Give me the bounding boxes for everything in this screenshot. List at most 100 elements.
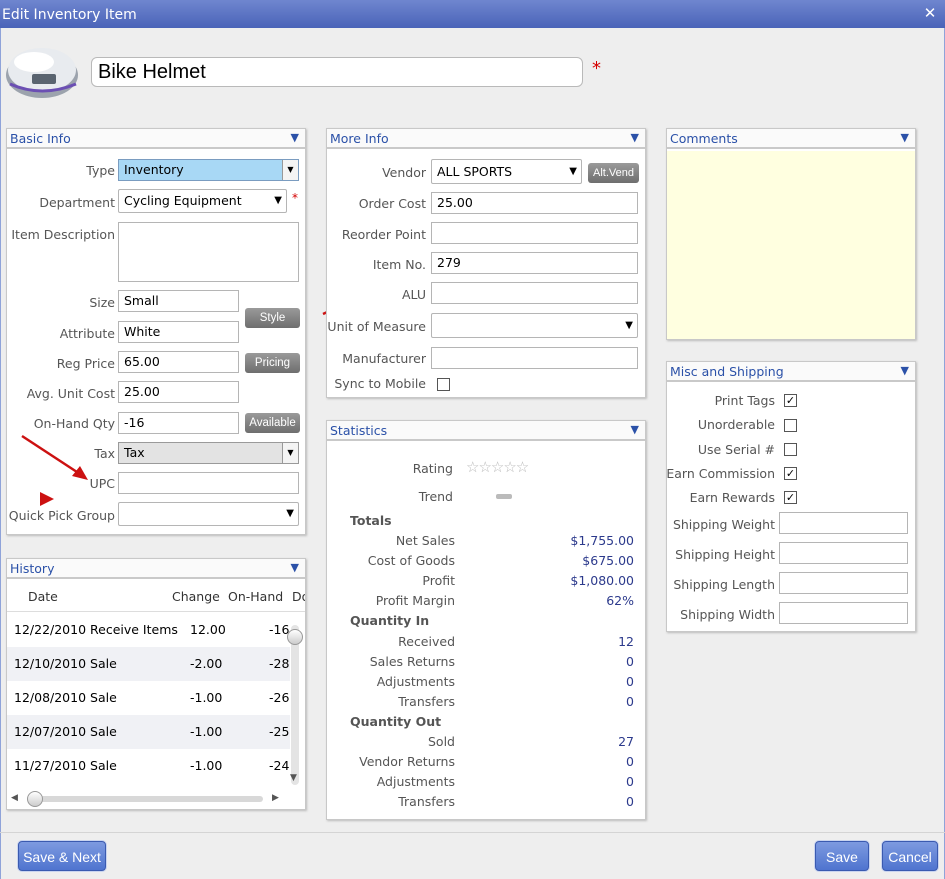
pricing-button[interactable]: Pricing [245, 353, 300, 373]
history-header[interactable]: History ▼ [7, 559, 305, 579]
more-info-title: More Info [330, 131, 389, 146]
ship-length-input[interactable] [779, 572, 908, 594]
cogs-label: Cost of Goods [367, 553, 455, 568]
onhand-input[interactable]: -16 [118, 412, 239, 434]
ship-weight-input[interactable] [779, 512, 908, 534]
item-no-input[interactable]: 279 [431, 252, 638, 274]
ship-height-input[interactable] [779, 542, 908, 564]
unorderable-label: Unorderable [697, 417, 775, 432]
type-select[interactable]: Inventory ▼ [118, 159, 299, 181]
table-row[interactable]: 11/27/2010 Sale -1.00 -24 [7, 749, 290, 783]
upc-input[interactable] [118, 472, 299, 494]
avg-cost-label: Avg. Unit Cost [26, 386, 115, 401]
more-info-header[interactable]: More Info ▼ [327, 129, 645, 149]
col-change[interactable]: Change [172, 589, 220, 604]
received-value: 12 [618, 634, 634, 649]
vendor-returns-label: Vendor Returns [359, 754, 455, 769]
comments-header[interactable]: Comments ▼ [667, 129, 915, 149]
item-name-input[interactable]: Bike Helmet [91, 57, 583, 87]
quick-pick-select[interactable]: ▼ [118, 502, 299, 526]
col-onhand[interactable]: On-Hand [228, 589, 283, 604]
received-label: Received [398, 634, 455, 649]
onhand-label: On-Hand Qty [33, 416, 115, 431]
tax-select[interactable]: Tax ▼ [118, 442, 299, 464]
totals-heading: Totals [350, 513, 392, 528]
collapse-icon[interactable]: ▼ [631, 128, 639, 148]
vendor-returns-value: 0 [626, 754, 634, 769]
adjustments-out-value: 0 [626, 774, 634, 789]
unorderable-checkbox[interactable] [784, 419, 797, 432]
alu-input[interactable] [431, 282, 638, 304]
style-button[interactable]: Style [245, 308, 300, 328]
horizontal-scrollbar[interactable] [27, 796, 263, 802]
department-label: Department [39, 195, 115, 210]
chevron-down-icon[interactable]: ▼ [282, 160, 298, 180]
row-date: 12/07/2010 Sale [14, 724, 117, 739]
order-cost-input[interactable]: 25.00 [431, 192, 638, 214]
print-tags-checkbox[interactable]: ✓ [784, 394, 797, 407]
vertical-scroll-thumb[interactable] [287, 629, 303, 645]
col-date[interactable]: Date [28, 589, 58, 604]
print-tags-label: Print Tags [714, 393, 775, 408]
item-no-label: Item No. [372, 257, 426, 272]
earn-rewards-checkbox[interactable]: ✓ [784, 491, 797, 504]
collapse-icon[interactable]: ▼ [901, 128, 909, 148]
rating-stars-icon[interactable]: ☆☆☆☆☆ [466, 458, 529, 476]
table-row[interactable]: 12/10/2010 Sale -2.00 -28 [7, 647, 290, 681]
sync-mobile-checkbox[interactable] [437, 378, 450, 391]
ship-width-input[interactable] [779, 602, 908, 624]
type-value: Inventory [124, 162, 184, 177]
department-select[interactable]: Cycling Equipment ▼ [118, 189, 287, 213]
attribute-label: Attribute [59, 326, 115, 341]
scroll-down-icon[interactable]: ▼ [290, 773, 297, 783]
misc-shipping-header[interactable]: Misc and Shipping ▼ [667, 362, 915, 382]
row-date: 12/08/2010 Sale [14, 690, 117, 705]
reorder-input[interactable] [431, 222, 638, 244]
close-icon[interactable]: ✕ [921, 4, 939, 22]
table-row[interactable]: 12/08/2010 Sale -1.00 -26 [7, 681, 290, 715]
row-date: 12/10/2010 Sale [14, 656, 117, 671]
attribute-input[interactable]: White [118, 321, 239, 343]
basic-info-header[interactable]: Basic Info ▼ [7, 129, 305, 149]
collapse-icon[interactable]: ▼ [291, 559, 299, 578]
scroll-left-icon[interactable]: ◀ [11, 793, 18, 803]
vertical-scrollbar[interactable] [291, 625, 299, 785]
ship-width-label: Shipping Width [680, 607, 775, 622]
qty-in-heading: Quantity In [350, 613, 430, 628]
alt-vend-button[interactable]: Alt.Vend [588, 163, 639, 183]
misc-shipping-panel: Misc and Shipping ▼ Print Tags ✓ Unordera… [666, 361, 916, 632]
col-doc[interactable]: Do [292, 589, 305, 604]
transfers-out-value: 0 [626, 794, 634, 809]
size-input[interactable]: Small [118, 290, 239, 312]
alu-label: ALU [401, 287, 426, 302]
use-serial-checkbox[interactable] [784, 443, 797, 456]
collapse-icon[interactable]: ▼ [291, 128, 299, 148]
net-sales-label: Net Sales [395, 533, 455, 548]
table-row[interactable]: 12/07/2010 Sale -1.00 -25 [7, 715, 290, 749]
description-textarea[interactable] [118, 222, 299, 282]
scroll-right-icon[interactable]: ▶ [272, 793, 279, 803]
collapse-icon[interactable]: ▼ [631, 420, 639, 440]
reg-price-input[interactable]: 65.00 [118, 351, 239, 373]
footer-divider [0, 832, 945, 833]
avg-cost-input[interactable]: 25.00 [118, 381, 239, 403]
transfers-in-label: Transfers [398, 694, 455, 709]
save-button[interactable]: Save [815, 841, 869, 871]
vendor-select[interactable]: ALL SPORTS ▼ [431, 159, 582, 184]
collapse-icon[interactable]: ▼ [901, 361, 909, 381]
statistics-header[interactable]: Statistics ▼ [327, 421, 645, 441]
earn-commission-checkbox[interactable]: ✓ [784, 467, 797, 480]
comments-title: Comments [670, 131, 738, 146]
save-next-button[interactable]: Save & Next [18, 841, 106, 871]
manufacturer-input[interactable] [431, 347, 638, 369]
available-button[interactable]: Available [245, 413, 300, 433]
comments-textarea[interactable] [667, 151, 915, 339]
chevron-down-icon[interactable]: ▼ [282, 443, 298, 463]
sold-label: Sold [428, 734, 455, 749]
table-row[interactable]: 12/22/2010 Receive Items 12.00 -16 [7, 613, 290, 647]
sales-returns-label: Sales Returns [369, 654, 455, 669]
qty-out-heading: Quantity Out [350, 714, 442, 729]
uom-select[interactable]: ▼ [431, 313, 638, 338]
horizontal-scroll-thumb[interactable] [27, 791, 43, 807]
cancel-button[interactable]: Cancel [882, 841, 938, 871]
